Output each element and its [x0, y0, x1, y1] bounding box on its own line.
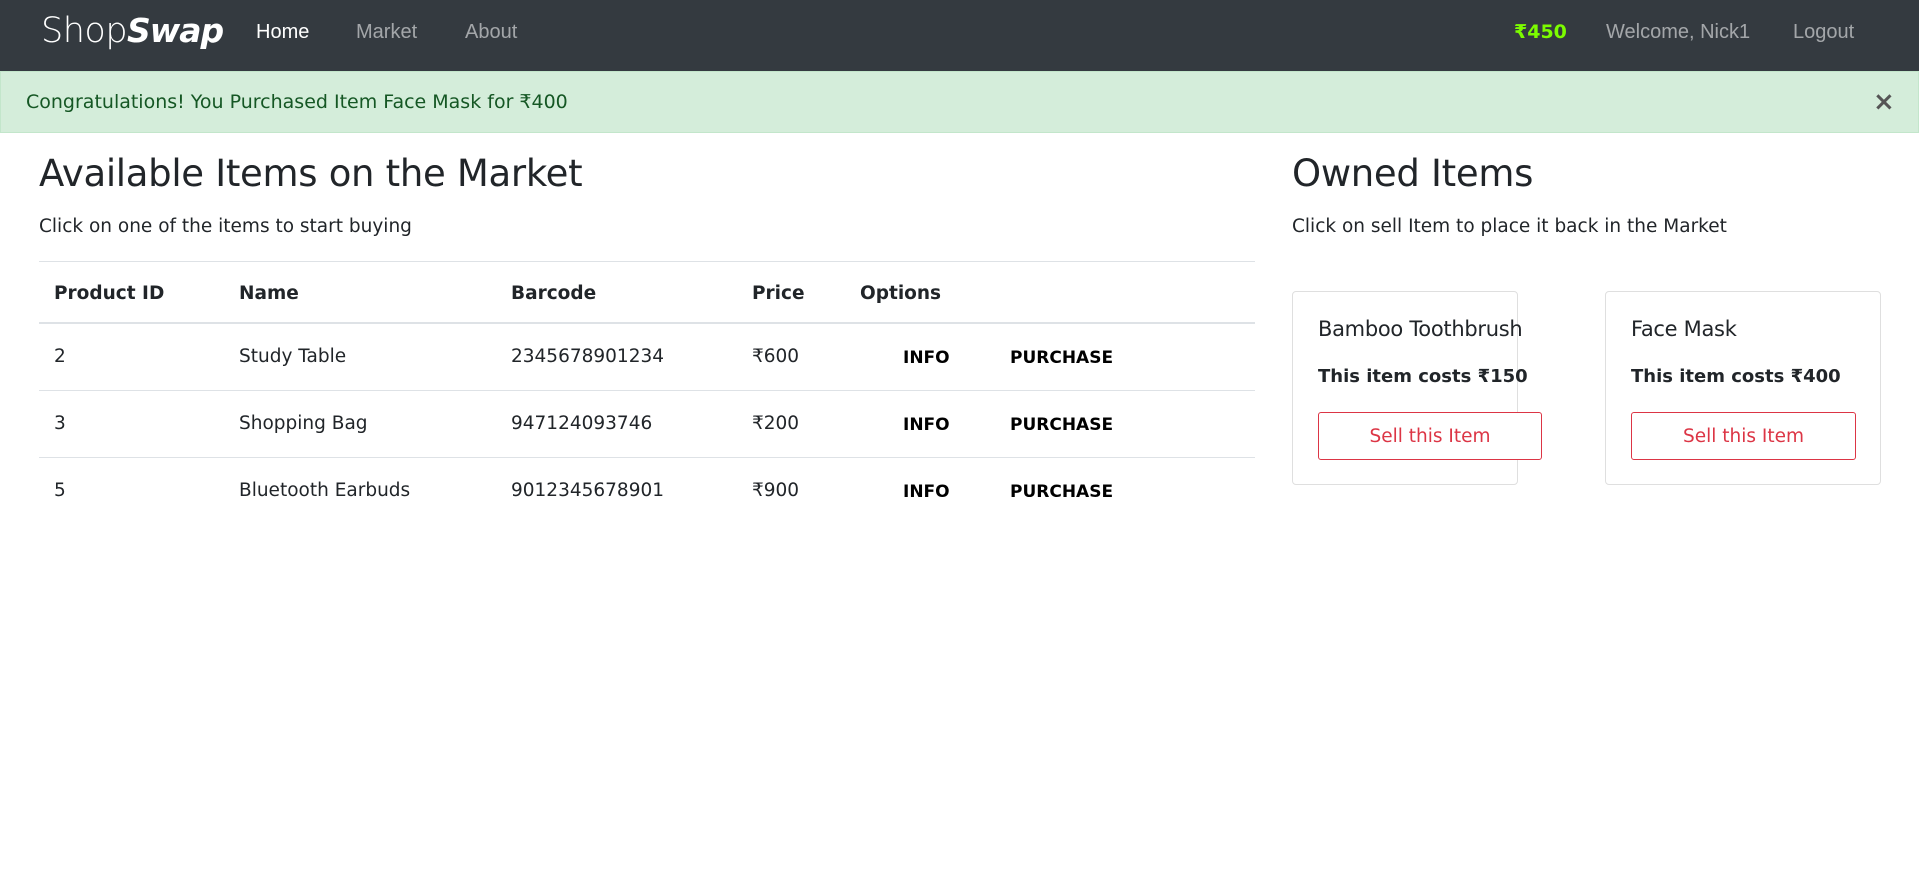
- column-header-name: Name: [239, 283, 299, 304]
- column-header-product-id: Product ID: [54, 283, 165, 304]
- column-header-barcode: Barcode: [511, 283, 597, 304]
- product-price: ₹600: [752, 346, 800, 367]
- market-subtitle: Click on one of the items to start buyin…: [39, 216, 412, 237]
- brand-logo-shop: Shop: [41, 11, 128, 51]
- logout-link[interactable]: Logout: [1793, 21, 1854, 44]
- brand-logo[interactable]: Shop Swap: [41, 11, 224, 57]
- product-barcode: 2345678901234: [511, 346, 665, 367]
- nav-link-market[interactable]: Market: [356, 21, 417, 44]
- owned-item-cost: This item costs ₹150: [1318, 366, 1528, 387]
- purchase-button[interactable]: PURCHASE: [1010, 348, 1113, 368]
- table-row: 3 Shopping Bag 947124093746 ₹200 INFO PU…: [39, 391, 1255, 458]
- product-id: 3: [54, 413, 66, 434]
- product-price: ₹200: [752, 413, 800, 434]
- product-barcode: 947124093746: [511, 413, 653, 434]
- product-name: Study Table: [239, 346, 347, 367]
- close-icon[interactable]: ×: [1873, 89, 1895, 115]
- owned-item-cost: This item costs ₹400: [1631, 366, 1841, 387]
- success-alert: Congratulations! You Purchased Item Face…: [0, 71, 1919, 133]
- welcome-user[interactable]: Welcome, Nick1: [1606, 21, 1750, 44]
- market-title: Available Items on the Market: [39, 152, 583, 195]
- purchase-button[interactable]: PURCHASE: [1010, 415, 1113, 435]
- product-name: Bluetooth Earbuds: [239, 480, 411, 501]
- owned-item-name: Face Mask: [1631, 317, 1737, 341]
- owned-item-card: Face Mask This item costs ₹400 Sell this…: [1605, 291, 1881, 485]
- brand-logo-swap: Swap: [127, 11, 224, 50]
- purchase-button[interactable]: PURCHASE: [1010, 482, 1113, 502]
- table-top-border: [39, 261, 1255, 262]
- product-name: Shopping Bag: [239, 413, 368, 434]
- alert-message: Congratulations! You Purchased Item Face…: [26, 91, 568, 113]
- table-row: 5 Bluetooth Earbuds 9012345678901 ₹900 I…: [39, 458, 1255, 525]
- product-barcode: 9012345678901: [511, 480, 665, 501]
- product-price: ₹900: [752, 480, 800, 501]
- sell-item-button[interactable]: Sell this Item: [1631, 412, 1856, 460]
- budget-display: ₹450: [1514, 21, 1567, 43]
- product-id: 2: [54, 346, 66, 367]
- sell-item-button[interactable]: Sell this Item: [1318, 412, 1542, 460]
- navbar: Shop Swap Home Market About ₹450 Welcome…: [0, 0, 1919, 71]
- owned-subtitle: Click on sell Item to place it back in t…: [1292, 216, 1727, 237]
- owned-item-card: Bamboo Toothbrush This item costs ₹150 S…: [1292, 291, 1542, 485]
- owned-item-name: Bamboo Toothbrush: [1318, 317, 1523, 341]
- info-button[interactable]: INFO: [903, 482, 950, 502]
- info-button[interactable]: INFO: [903, 415, 950, 435]
- nav-link-home[interactable]: Home: [256, 21, 309, 44]
- product-id: 5: [54, 480, 66, 501]
- column-header-price: Price: [752, 283, 805, 304]
- column-header-options: Options: [860, 283, 942, 304]
- table-row: 2 Study Table 2345678901234 ₹600 INFO PU…: [39, 324, 1255, 391]
- nav-link-about[interactable]: About: [465, 21, 517, 44]
- owned-title: Owned Items: [1292, 152, 1534, 195]
- info-button[interactable]: INFO: [903, 348, 950, 368]
